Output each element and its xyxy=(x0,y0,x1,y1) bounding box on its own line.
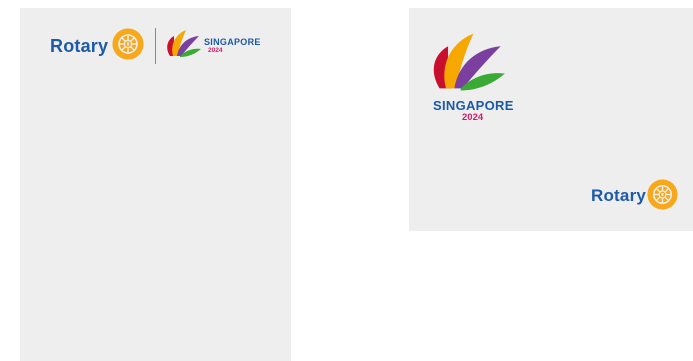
singapore-petals-icon xyxy=(433,33,505,91)
singapore-wordmark: SINGAPORE xyxy=(433,98,514,113)
convention-card: SINGAPORE 2024 Rotary xyxy=(409,8,693,231)
logo-divider xyxy=(155,28,156,64)
rotary-wheel-icon xyxy=(112,28,144,60)
singapore-wordmark: SINGAPORE xyxy=(204,37,261,47)
rotary-wordmark: Rotary xyxy=(50,36,109,56)
singapore-petals-icon xyxy=(167,30,201,57)
year-label: 2024 xyxy=(462,112,484,123)
rotary-wordmark: Rotary xyxy=(591,186,647,205)
year-label: 2024 xyxy=(208,47,223,54)
rotary-wheel-icon xyxy=(647,179,678,210)
lockup-card: Rotary SINGAPORE 2024 xyxy=(20,8,291,361)
